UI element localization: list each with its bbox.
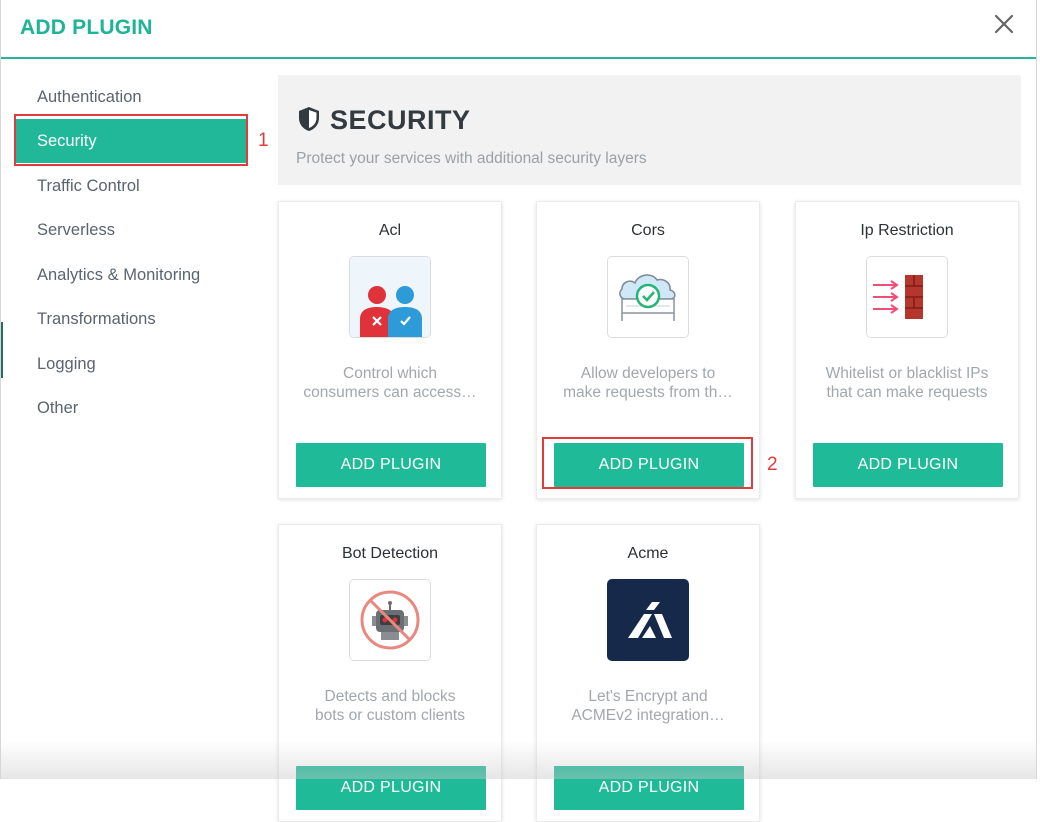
add-plugin-button-bot-detection[interactable]: ADD PLUGIN <box>296 766 486 810</box>
plugin-description-line: make requests from th… <box>563 384 733 401</box>
plugin-description-line: Let's Encrypt and <box>588 688 708 705</box>
add-plugin-button-acme[interactable]: ADD PLUGIN <box>554 766 744 810</box>
close-button[interactable] <box>990 10 1018 38</box>
modal-title: ADD PLUGIN <box>20 16 153 39</box>
sidebar-item-analytics-monitoring[interactable]: Analytics & Monitoring <box>15 253 247 297</box>
plugin-name: Acl <box>378 222 402 239</box>
plugin-description-line: Allow developers to <box>580 365 716 382</box>
cors-cloud-icon <box>607 256 689 338</box>
annotation-box-2 <box>542 437 753 489</box>
plugin-description-line: Whitelist or blacklist IPs <box>825 365 989 382</box>
sidebar-item-traffic-control[interactable]: Traffic Control <box>15 164 247 208</box>
bottom-scroll-shadow <box>1 740 1036 779</box>
sidebar-item-serverless[interactable]: Serverless <box>15 208 247 252</box>
left-edge-marker <box>1 322 3 378</box>
modal-header: ADD PLUGIN <box>1 0 1036 59</box>
close-icon <box>994 14 1014 34</box>
section-title: SECURITY <box>330 105 471 135</box>
bot-block-icon <box>349 579 431 661</box>
plugin-card-bot-detection: Bot Detection Detects and blocks bots or… <box>278 524 502 822</box>
sidebar-item-other[interactable]: Other <box>15 386 247 430</box>
section-subtitle: Protect your services with additional se… <box>296 150 647 167</box>
plugin-name: Ip Restriction <box>860 222 954 239</box>
plugin-description: Detects and blocks bots or custom client… <box>293 687 487 725</box>
plugin-card-acme: Acme Let's Encrypt and ACMEv2 integratio… <box>536 524 760 822</box>
plugin-description-line: that can make requests <box>826 384 988 401</box>
sidebar-item-transformations[interactable]: Transformations <box>15 297 247 341</box>
annotation-marker-1: 1 <box>258 130 269 151</box>
plugin-description: Whitelist or blacklist IPs that can make… <box>810 364 1004 402</box>
plugin-card-ip-restriction: Ip Restriction Whitelist or blacklist IP… <box>795 201 1019 499</box>
add-plugin-button-ip-restriction[interactable]: ADD PLUGIN <box>813 443 1003 487</box>
plugin-name: Bot Detection <box>341 545 439 562</box>
plugin-card-acl: Acl Control which consumers can access… … <box>278 201 502 499</box>
plugin-name: Acme <box>627 545 669 562</box>
annotation-box-1 <box>14 114 248 166</box>
sidebar-item-authentication[interactable]: Authentication <box>15 75 247 119</box>
plugin-description: Allow developers to make requests from t… <box>551 364 745 402</box>
plugin-name: Cors <box>631 222 665 239</box>
plugin-description: Let's Encrypt and ACMEv2 integration… <box>551 687 745 725</box>
plugin-description-line: consumers can access… <box>303 384 477 401</box>
plugin-description-line: Detects and blocks <box>324 688 456 705</box>
plugin-description-line: bots or custom clients <box>315 707 465 724</box>
plugin-description-line: Control which <box>343 365 437 382</box>
acl-users-icon <box>349 256 431 338</box>
acme-logo-icon <box>607 579 689 661</box>
ip-firewall-icon <box>866 256 948 338</box>
add-plugin-modal: ADD PLUGIN Authentication Security Traff… <box>0 0 1037 822</box>
section-banner: SECURITY Protect your services with addi… <box>278 75 1021 185</box>
plugin-description-line: ACMEv2 integration… <box>571 707 725 724</box>
sidebar-item-logging[interactable]: Logging <box>15 342 247 386</box>
shield-icon <box>299 107 319 131</box>
add-plugin-button-acl[interactable]: ADD PLUGIN <box>296 443 486 487</box>
annotation-marker-2: 2 <box>767 454 778 475</box>
plugin-description: Control which consumers can access… <box>293 364 487 402</box>
